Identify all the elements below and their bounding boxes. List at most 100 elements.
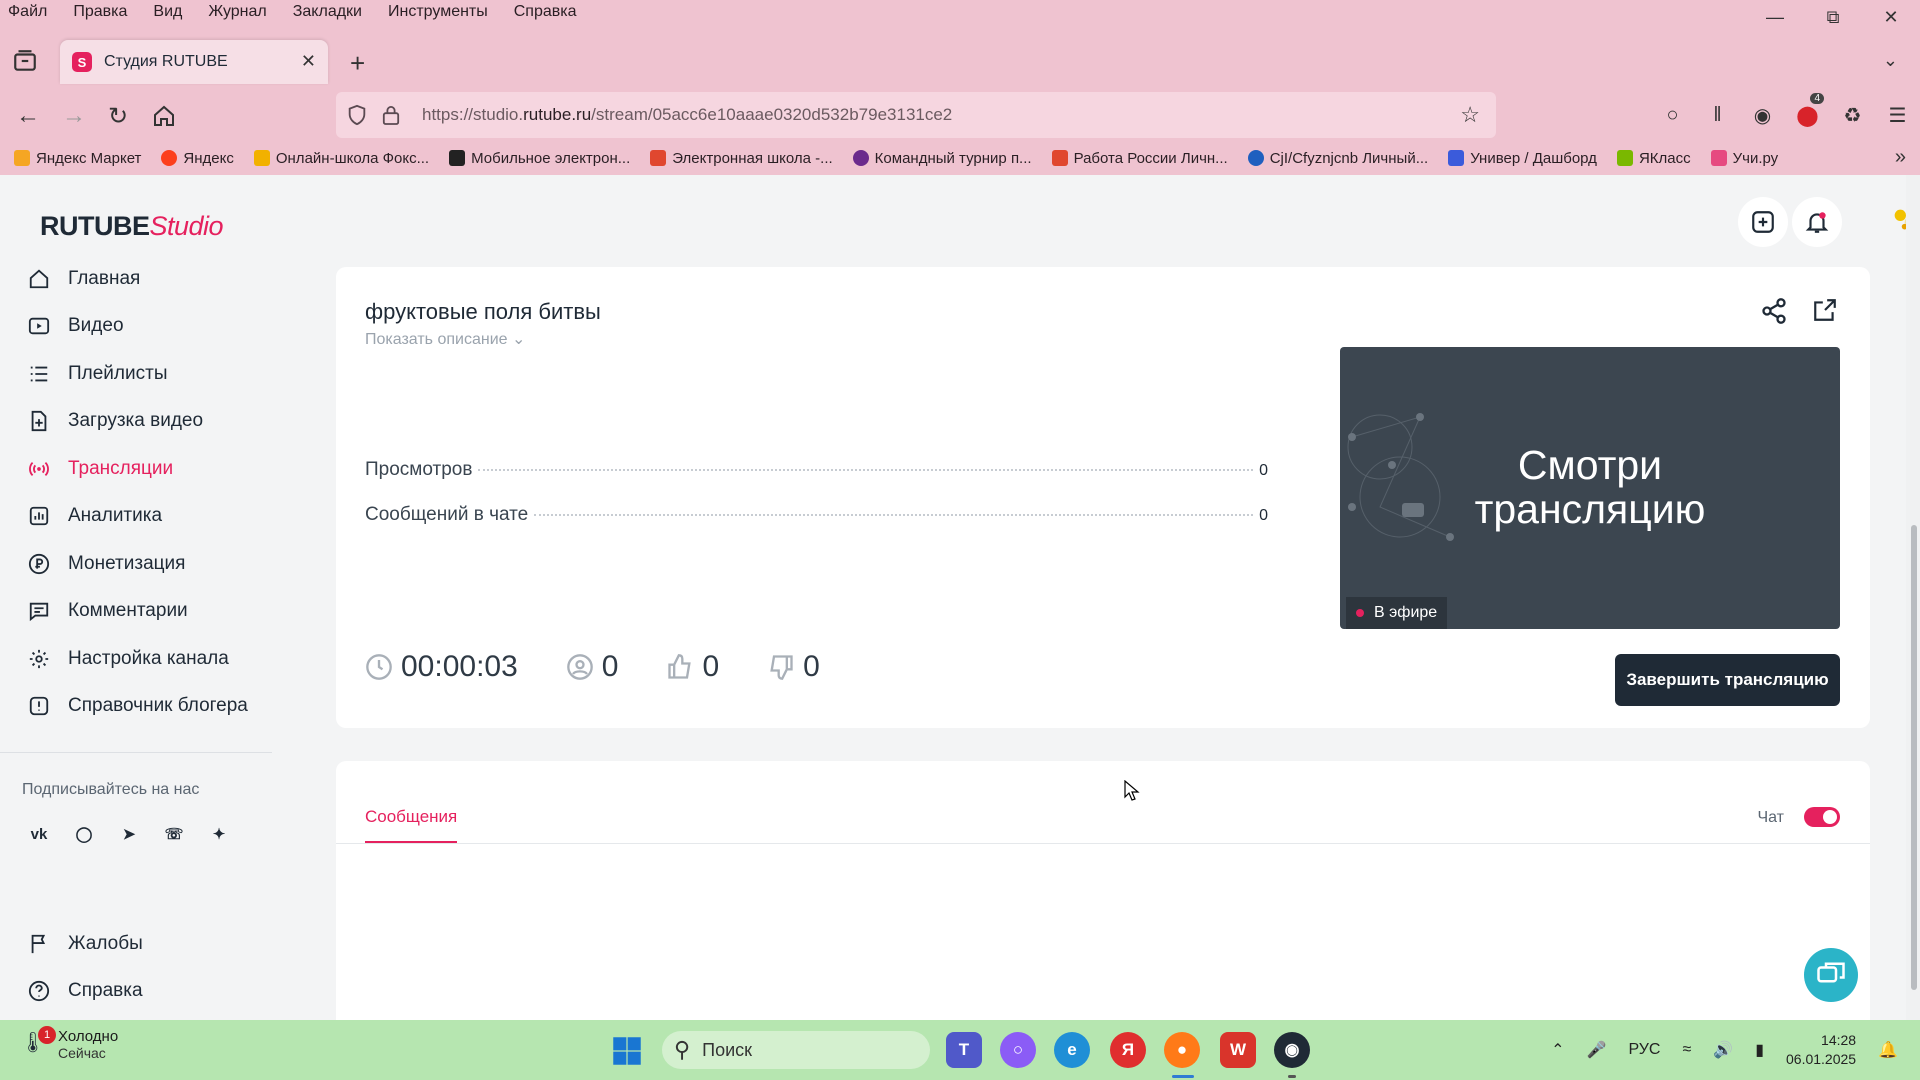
yandex-market-icon <box>14 150 30 166</box>
tab-overview-icon[interactable] <box>12 48 38 74</box>
menu-help[interactable]: Справка <box>514 3 577 21</box>
new-tab-icon[interactable]: + <box>350 48 365 79</box>
bookmark-item[interactable]: Универ / Дашборд <box>1448 150 1597 167</box>
bookmark-item[interactable]: Командный турнир п... <box>852 150 1032 167</box>
account-icon[interactable]: ◉ <box>1740 103 1785 128</box>
menu-view[interactable]: Вид <box>153 3 182 21</box>
wps-office-icon[interactable]: W <box>1220 1032 1256 1068</box>
app-menu-icon[interactable]: ☰ <box>1875 103 1920 128</box>
battery-icon[interactable]: ▮ <box>1755 1040 1764 1060</box>
tab-close-icon[interactable]: ✕ <box>301 51 316 72</box>
reload-icon[interactable]: ↻ <box>108 102 128 131</box>
rutube-studio-app: RUTUBEStudio Главная Видео Плейлисты Заг… <box>0 175 1920 1031</box>
lock-icon[interactable] <box>382 104 400 126</box>
edge-icon[interactable]: e <box>1054 1032 1090 1068</box>
sidebar-item-analytics[interactable]: Аналитика <box>0 493 272 541</box>
sidebar: Главная Видео Плейлисты Загрузка видео Т… <box>0 255 272 847</box>
language-indicator[interactable]: РУС <box>1628 1041 1660 1059</box>
tray-overflow-icon[interactable]: ⌃ <box>1551 1040 1564 1060</box>
microphone-icon[interactable]: 🎤 <box>1587 1040 1607 1060</box>
sidebar-item-blogger-guide[interactable]: Справочник блогера <box>0 683 272 731</box>
create-button[interactable] <box>1738 197 1788 247</box>
volume-icon[interactable]: 🔊 <box>1713 1040 1733 1060</box>
sidebar-item-video[interactable]: Видео <box>0 303 272 351</box>
bookmark-item[interactable]: Учи.ру <box>1710 150 1778 167</box>
ok-icon[interactable]: ◯ <box>71 821 97 847</box>
wifi-icon[interactable]: ≈ <box>1682 1041 1691 1059</box>
clock[interactable]: 14:28 06.01.2025 <box>1786 1031 1856 1069</box>
add-square-icon <box>1752 211 1774 233</box>
running-app-indicator <box>1288 1075 1296 1078</box>
sidebar-item-label: Справочник блогера <box>68 695 248 717</box>
notifications-button[interactable] <box>1792 197 1842 247</box>
alice-icon[interactable]: ○ <box>1000 1032 1036 1068</box>
tabs-list-chevron-icon[interactable]: ⌄ <box>1883 50 1898 71</box>
viber-icon[interactable]: ☏ <box>161 821 187 847</box>
sidebar-item-broadcasts[interactable]: Трансляции <box>0 445 272 493</box>
video-icon <box>28 318 50 335</box>
menu-tools[interactable]: Инструменты <box>388 3 488 21</box>
windows-start-icon[interactable] <box>612 1036 642 1066</box>
bookmark-item[interactable]: Работа России Личн... <box>1051 150 1228 167</box>
obs-icon[interactable]: ◉ <box>1274 1032 1310 1068</box>
show-description-toggle[interactable]: Показать описание ⌄ <box>365 329 525 349</box>
bookmark-item[interactable]: Мобильное электрон... <box>449 150 630 167</box>
chat-toggle[interactable] <box>1804 807 1840 827</box>
home-browser-icon[interactable] <box>152 104 176 128</box>
adblock-extension-icon[interactable]: ⬤ 4 <box>1785 92 1830 128</box>
browser-tab-rutube[interactable]: S Студия RUTUBE ✕ <box>60 40 328 84</box>
close-window-icon[interactable]: ✕ <box>1862 0 1920 34</box>
stream-preview[interactable]: Смотри трансляцию В эфире <box>1340 347 1840 629</box>
scrollbar-thumb[interactable] <box>1911 525 1917 990</box>
bookmark-item[interactable]: Яндекс Маркет <box>14 150 141 167</box>
bookmark-item[interactable]: Яндекс <box>161 150 234 167</box>
minimize-icon[interactable]: — <box>1746 0 1804 34</box>
sidebar-item-home[interactable]: Главная <box>0 255 272 303</box>
open-external-icon[interactable] <box>1812 297 1838 323</box>
pocket-icon[interactable]: ○ <box>1650 104 1695 127</box>
menu-file[interactable]: Файл <box>8 3 47 21</box>
bookmark-star-icon[interactable]: ☆ <box>1460 102 1480 128</box>
share-icon[interactable] <box>1760 297 1788 325</box>
address-bar[interactable]: https://studio.rutube.ru/stream/05acc6e1… <box>336 92 1496 138</box>
bookmark-item[interactable]: Онлайн-школа Фокс... <box>253 150 429 167</box>
bookmark-item[interactable]: CjI/Cfyznjcnb Личный... <box>1247 150 1428 167</box>
bookmark-item[interactable]: Электронная школа -... <box>650 150 833 167</box>
sidebar-item-complaints[interactable]: Жалобы <box>0 920 272 968</box>
taskbar-search[interactable]: ⚲ Поиск <box>662 1031 930 1069</box>
end-stream-button[interactable]: Завершить трансляцию <box>1615 654 1840 706</box>
support-chat-button[interactable] <box>1804 948 1858 1002</box>
menu-bookmarks[interactable]: Закладки <box>293 3 362 21</box>
sidebar-item-label: Комментарии <box>68 600 188 622</box>
notifications-icon[interactable]: 🔔 <box>1878 1040 1898 1060</box>
bookmark-item[interactable]: ЯКласс <box>1616 150 1691 167</box>
telegram-icon[interactable]: ➤ <box>116 821 142 847</box>
tracking-shield-icon[interactable] <box>346 104 368 126</box>
extensions-icon[interactable]: ♻ <box>1830 103 1875 128</box>
tab-messages[interactable]: Сообщения <box>365 807 458 843</box>
dzen-icon[interactable]: ✦ <box>206 821 232 847</box>
sidebar-item-channel-settings[interactable]: Настройка канала <box>0 635 272 683</box>
yandex-browser-icon[interactable]: Я <box>1110 1032 1146 1068</box>
sidebar-item-comments[interactable]: Комментарии <box>0 588 272 636</box>
library-icon[interactable]: ‖ <box>1695 104 1740 127</box>
firefox-icon[interactable]: ● <box>1164 1032 1200 1068</box>
vk-icon[interactable]: vk <box>26 821 52 847</box>
menu-edit[interactable]: Правка <box>73 3 127 21</box>
teams-icon[interactable]: T <box>946 1032 982 1068</box>
mouse-cursor-icon <box>1124 780 1140 801</box>
page-scrollbar[interactable] <box>1906 175 1920 1020</box>
weather-widget[interactable]: 🌡 1 Холодно Сейчас <box>20 1025 118 1061</box>
sidebar-item-monetization[interactable]: Монетизация <box>0 540 272 588</box>
sidebar-item-help[interactable]: Справка <box>0 968 272 1016</box>
bookmarks-overflow-icon[interactable]: » <box>1895 146 1906 169</box>
restore-icon[interactable]: ⧉ <box>1804 0 1862 34</box>
sidebar-item-playlists[interactable]: Плейлисты <box>0 350 272 398</box>
back-icon[interactable]: ← <box>16 102 40 130</box>
menu-history[interactable]: Журнал <box>208 3 266 21</box>
sidebar-item-upload[interactable]: Загрузка видео <box>0 398 272 446</box>
playlist-icon <box>30 366 48 382</box>
forward-icon[interactable]: → <box>62 102 86 130</box>
rutube-studio-logo[interactable]: RUTUBEStudio <box>40 211 224 242</box>
sidebar-item-label: Загрузка видео <box>68 410 204 432</box>
